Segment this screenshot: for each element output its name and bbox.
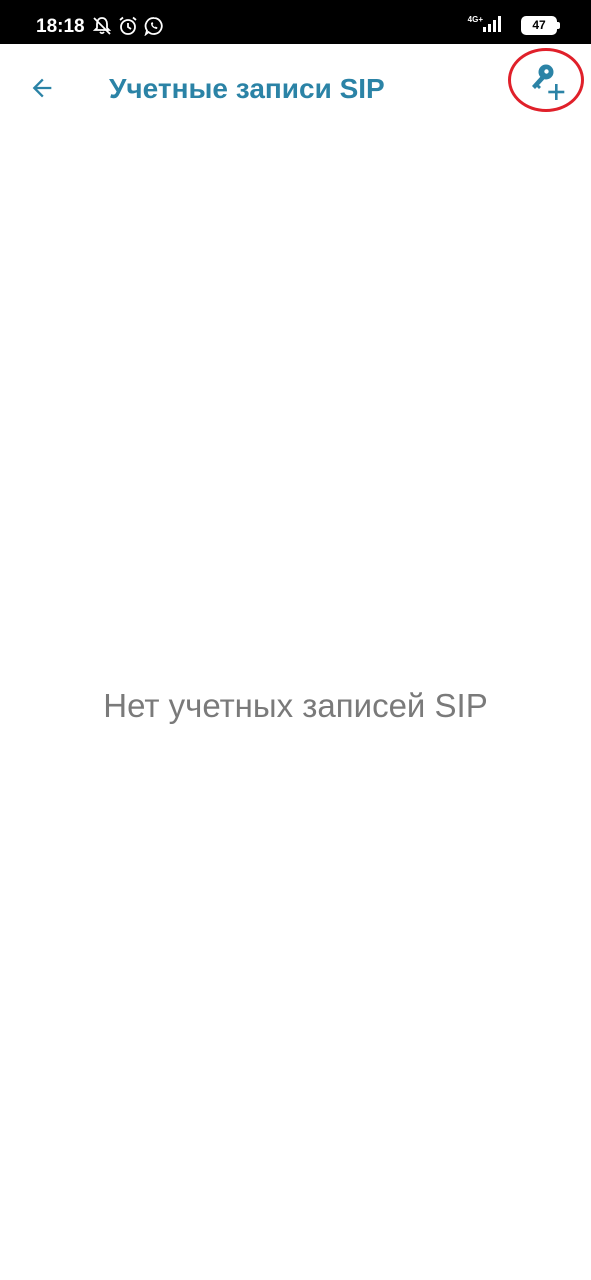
battery-indicator: 47 [521, 16, 560, 35]
status-time: 18:18 [36, 16, 85, 37]
notifications-off-icon [92, 16, 112, 36]
network-type: 4G+ [467, 15, 483, 24]
whatsapp-icon [144, 16, 164, 36]
page-title: Учетные записи SIP [109, 73, 385, 104]
add-sip-account-button[interactable] [508, 48, 588, 118]
status-notification-icons [92, 16, 164, 36]
back-button[interactable] [20, 66, 64, 110]
arrow-back-icon [32, 78, 52, 98]
key-add-icon [532, 64, 565, 100]
status-system-icons: 4G+ 47 [467, 14, 560, 37]
status-bar: 18:18 4G+ 47 [0, 0, 591, 44]
sip-accounts-screen: 18:18 4G+ 47 Учетные записи SIP Нет учет… [0, 0, 591, 1280]
empty-state-message: Нет учетных записей SIP [103, 687, 488, 724]
alarm-icon [118, 16, 138, 36]
app-bar: Учетные записи SIP [0, 44, 591, 130]
signal-icon [483, 14, 505, 37]
